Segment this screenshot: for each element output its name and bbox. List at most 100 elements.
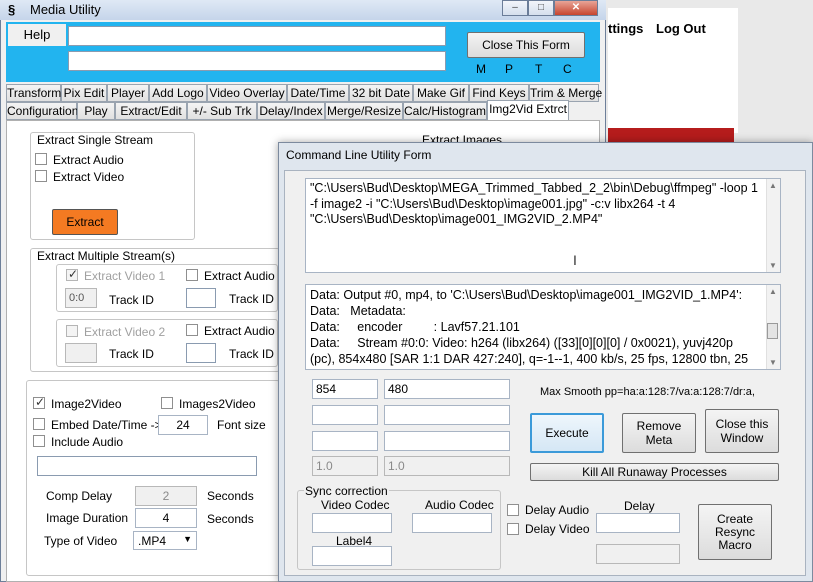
- audio1-track-label: Track ID: [229, 292, 274, 306]
- extract-video-label: Extract Video: [53, 170, 125, 184]
- delay-input-2[interactable]: [596, 544, 680, 564]
- tab-configuration[interactable]: Configuration: [6, 102, 78, 120]
- param-input-4[interactable]: [384, 405, 510, 425]
- command-scrollbar[interactable]: [766, 179, 780, 272]
- image-path-input[interactable]: [37, 456, 257, 476]
- tab-transform[interactable]: Transform: [6, 84, 61, 102]
- delay-input[interactable]: [596, 513, 680, 533]
- tab-merge-resize[interactable]: Merge/Resize: [325, 102, 403, 120]
- param-input-6[interactable]: [384, 431, 510, 451]
- close-form-button[interactable]: Close This Form: [467, 32, 585, 58]
- param-input-5[interactable]: [312, 431, 378, 451]
- app-s-icon: §: [8, 2, 16, 17]
- extract-video1-checkbox[interactable]: [66, 267, 78, 281]
- output-line: (pc), 854x480 [SAR 1:1 DAR 427:240], q=-…: [310, 352, 749, 366]
- audio1-track-field[interactable]: [186, 288, 216, 308]
- extract-video2-checkbox[interactable]: [66, 325, 78, 337]
- image-duration-label: Image Duration: [46, 511, 129, 525]
- type-of-video-select[interactable]: .MP4 ▼: [133, 531, 197, 550]
- comp-delay-input[interactable]: 2: [135, 486, 197, 506]
- delay-audio-checkbox[interactable]: [507, 504, 519, 516]
- video-codec-label: Video Codec: [321, 498, 390, 512]
- logout-link[interactable]: Log Out: [656, 21, 706, 36]
- tab-img2vid-extrct[interactable]: Img2Vid Extrct: [487, 100, 569, 120]
- settings-link[interactable]: ttings: [608, 21, 643, 36]
- image2video-checkbox[interactable]: [33, 395, 45, 409]
- height-input[interactable]: 480: [384, 379, 510, 399]
- video1-track-field[interactable]: 0:0: [65, 288, 97, 308]
- text-cursor-icon: I: [573, 252, 577, 268]
- video2-track-field[interactable]: [65, 343, 97, 363]
- top-input-2[interactable]: [68, 51, 446, 71]
- extract-audio2-checkbox[interactable]: [186, 324, 198, 336]
- ratio-input-2[interactable]: 1.0: [384, 456, 510, 476]
- label4-input[interactable]: [312, 546, 392, 566]
- extract-audio1-checkbox[interactable]: [186, 269, 198, 281]
- font-size-input[interactable]: 24: [158, 415, 208, 435]
- tab-player[interactable]: Player: [107, 84, 149, 102]
- comp-delay-label: Comp Delay: [46, 489, 113, 503]
- tab-extract-edit[interactable]: Extract/Edit: [115, 102, 187, 120]
- top-input-1[interactable]: [68, 26, 446, 46]
- font-size-label: Font size: [217, 418, 266, 432]
- menu-help[interactable]: Help: [8, 24, 66, 46]
- close-window-button[interactable]: Close this Window: [705, 409, 779, 453]
- output-scroll-down-icon[interactable]: ▼: [766, 358, 780, 367]
- remove-meta-button[interactable]: Remove Meta: [622, 413, 696, 453]
- output-textarea[interactable]: Data: Output #0, mp4, to 'C:\Users\Bud\D…: [305, 284, 781, 370]
- tab-date-time[interactable]: Date/Time: [287, 84, 349, 102]
- indicator-m: M: [476, 62, 486, 76]
- indicator-t: T: [535, 62, 543, 76]
- extract-audio-checkbox[interactable]: [35, 153, 47, 165]
- tab-make-gif[interactable]: Make Gif: [413, 84, 469, 102]
- tab-sub-trk[interactable]: +/- Sub Trk: [187, 102, 257, 120]
- close-icon[interactable]: ✕: [554, 0, 598, 16]
- command-textarea[interactable]: "C:\Users\Bud\Desktop\MEGA_Trimmed_Tabbe…: [305, 178, 781, 273]
- include-audio-checkbox[interactable]: [33, 435, 45, 447]
- embed-datetime-checkbox[interactable]: [33, 418, 45, 430]
- output-line: Data: Stream #0:0: Video: h264 (libx264)…: [310, 336, 733, 350]
- include-audio-label: Include Audio: [51, 435, 124, 449]
- extract-button[interactable]: Extract: [52, 209, 118, 235]
- scroll-down-icon[interactable]: ▼: [766, 261, 780, 270]
- max-smooth-label: Max Smooth pp=ha:a:128:7/va:a:128:7/dr:a…: [540, 386, 755, 398]
- window-title: Media Utility: [30, 2, 101, 17]
- video1-track-label: Track ID: [109, 293, 154, 307]
- kill-processes-button[interactable]: Kill All Runaway Processes: [530, 463, 779, 481]
- video-codec-input[interactable]: [312, 513, 392, 533]
- images2video-label: Images2Video: [179, 397, 256, 411]
- audio2-track-field[interactable]: [186, 343, 216, 363]
- extract-audio2-label: Extract Audio 2: [204, 324, 285, 338]
- execute-button[interactable]: Execute: [530, 413, 604, 453]
- tab-video-overlay[interactable]: Video Overlay: [207, 84, 287, 102]
- param-input-3[interactable]: [312, 405, 378, 425]
- audio-codec-input[interactable]: [412, 513, 492, 533]
- tab-delay-index[interactable]: Delay/Index: [257, 102, 325, 120]
- images2video-checkbox[interactable]: [161, 397, 173, 409]
- image2video-label: Image2Video: [51, 397, 122, 411]
- create-resync-button[interactable]: Create Resync Macro: [698, 504, 772, 560]
- width-input[interactable]: 854: [312, 379, 378, 399]
- tab-32bit-date[interactable]: 32 bit Date: [349, 84, 413, 102]
- type-of-video-value: .MP4: [138, 534, 167, 548]
- minimize-icon[interactable]: –: [502, 0, 528, 16]
- extract-audio1-label: Extract Audio 1: [204, 269, 285, 283]
- extract-multiple-title: Extract Multiple Stream(s): [37, 249, 176, 263]
- output-scroll-thumb[interactable]: [767, 323, 778, 339]
- extract-video-checkbox[interactable]: [35, 170, 47, 182]
- scroll-up-icon[interactable]: ▲: [766, 181, 780, 190]
- tab-play[interactable]: Play: [77, 102, 115, 120]
- audio-codec-label: Audio Codec: [425, 498, 494, 512]
- tab-calc-histogram[interactable]: Calc/Histogram: [403, 102, 487, 120]
- comp-delay-unit: Seconds: [207, 489, 254, 503]
- tab-pix-edit[interactable]: Pix Edit: [61, 84, 107, 102]
- image-duration-input[interactable]: 4: [135, 508, 197, 528]
- extract-video1-label: Extract Video 1: [84, 269, 166, 283]
- tab-add-logo[interactable]: Add Logo: [149, 84, 207, 102]
- maximize-icon[interactable]: □: [528, 0, 554, 16]
- output-scroll-up-icon[interactable]: ▲: [766, 287, 780, 296]
- ratio-input-1[interactable]: 1.0: [312, 456, 378, 476]
- indicator-c: C: [563, 62, 572, 76]
- delay-video-checkbox[interactable]: [507, 523, 519, 535]
- audio2-track-label: Track ID: [229, 347, 274, 361]
